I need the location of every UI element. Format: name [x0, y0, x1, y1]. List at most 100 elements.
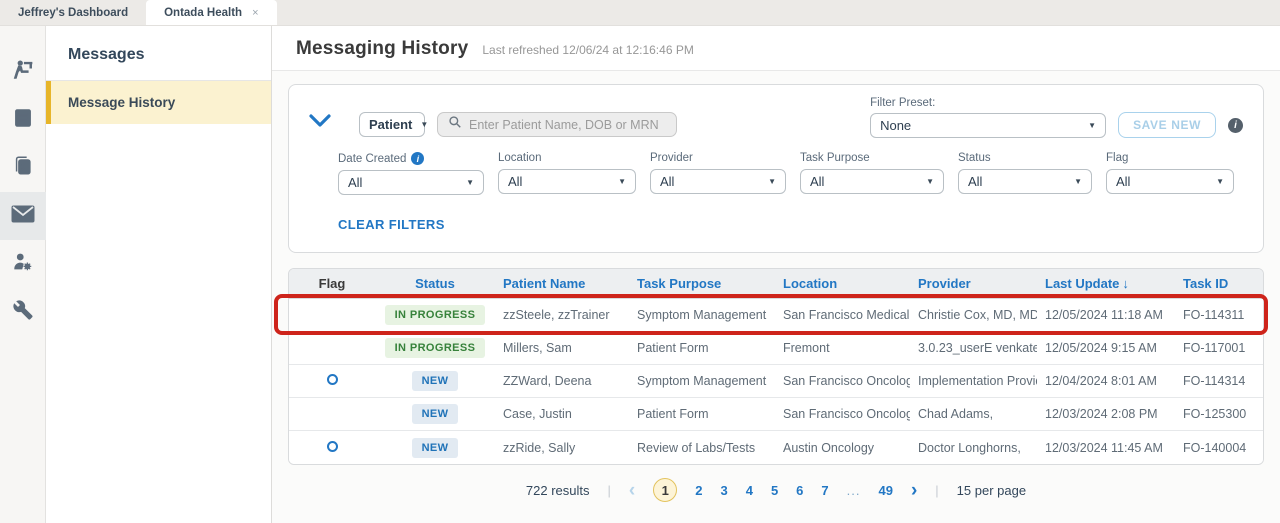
sidebar-item-documents[interactable] [0, 96, 46, 144]
last-refreshed-text: Last refreshed 12/06/24 at 12:16:46 PM [482, 43, 694, 57]
close-icon[interactable]: × [252, 7, 258, 19]
page-number[interactable]: 6 [796, 483, 803, 498]
column-header-patient-name[interactable]: Patient Name [495, 276, 629, 291]
column-header-provider[interactable]: Provider [910, 276, 1037, 291]
filter-field-label: Location [498, 152, 542, 164]
select-value: All [348, 175, 363, 190]
nav-item-message-history[interactable]: Message History [46, 81, 271, 124]
flag-circle-icon[interactable] [326, 440, 338, 452]
wrench-icon [12, 300, 33, 325]
clear-filters-link[interactable]: CLEAR FILTERS [338, 217, 445, 232]
table-header-row: Flag Status Patient Name Task Purpose Lo… [289, 269, 1263, 299]
page-number[interactable]: 3 [720, 483, 727, 498]
search-category-select[interactable]: Patient ▼ [359, 112, 429, 137]
select-value: All [1116, 174, 1131, 189]
filter-field-label: Task Purpose [800, 152, 870, 164]
filter-preset-label: Filter Preset: [870, 97, 936, 109]
messages-nav-panel: Messages Message History [46, 26, 272, 523]
search-input[interactable] [469, 117, 666, 132]
location-cell: Austin Oncology [783, 440, 875, 455]
location-cell: San Francisco Medical ... [783, 308, 910, 322]
location-cell: San Francisco Oncology [783, 407, 910, 421]
task-purpose-cell: Symptom Management [637, 308, 767, 322]
search-category-value: Patient [369, 117, 413, 132]
column-header-task-purpose[interactable]: Task Purpose [629, 276, 775, 291]
provider-select[interactable]: All ▼ [650, 169, 786, 194]
status-badge: NEW [411, 404, 459, 424]
page-title: Messaging History [296, 38, 469, 59]
sidebar-item-reception[interactable] [0, 48, 46, 96]
status-select[interactable]: All ▼ [958, 169, 1092, 194]
patient-search-box[interactable] [437, 112, 677, 137]
table-row[interactable]: IN PROGRESS Millers, Sam Patient Form Fr… [289, 332, 1263, 365]
location-select[interactable]: All ▼ [498, 169, 636, 194]
sidebar-item-forms[interactable] [0, 144, 46, 192]
save-new-button[interactable]: SAVE NEW [1118, 112, 1216, 138]
messages-table: Flag Status Patient Name Task Purpose Lo… [288, 268, 1264, 465]
prev-page-icon[interactable]: ‹ [629, 481, 635, 500]
tab-label: Ontada Health [164, 6, 243, 19]
flag-select[interactable]: All ▼ [1106, 169, 1234, 194]
next-page-icon[interactable]: › [911, 481, 917, 500]
copies-icon [12, 155, 34, 182]
nav-item-label: Message History [68, 95, 176, 110]
page-number[interactable]: 2 [695, 483, 702, 498]
table-row[interactable]: IN PROGRESS zzSteele, zzTrainer Symptom … [289, 299, 1263, 332]
flag-cell[interactable] [289, 374, 375, 388]
patient-name-cell: zzRide, Sally [503, 440, 576, 455]
page-number[interactable]: 4 [746, 483, 753, 498]
filter-preset-select[interactable]: None ▼ [870, 113, 1107, 138]
provider-cell: Christie Cox, MD, MD [918, 308, 1037, 322]
provider-cell: Chad Adams, [918, 407, 994, 421]
tab-jeffreys-dashboard[interactable]: Jeffrey's Dashboard [0, 0, 147, 25]
select-value: All [968, 174, 983, 189]
page-number-current[interactable]: 1 [653, 478, 678, 502]
page-number-last[interactable]: 49 [878, 483, 892, 498]
column-header-last-update[interactable]: Last Update ↓ [1037, 276, 1175, 291]
location-cell: Fremont [783, 341, 830, 355]
date-created-select[interactable]: All ▼ [338, 170, 484, 195]
caret-down-icon: ▼ [926, 177, 934, 186]
column-header-task-id[interactable]: Task ID [1175, 276, 1263, 291]
task-purpose-cell: Patient Form [637, 341, 709, 355]
collapse-filters-button[interactable] [305, 110, 335, 136]
tab-label: Jeffrey's Dashboard [18, 6, 129, 19]
table-row[interactable]: NEW ZZWard, Deena Symptom Management San… [289, 365, 1263, 398]
sidebar-item-messages[interactable] [0, 192, 46, 240]
search-icon [448, 115, 462, 134]
flag-cell[interactable] [289, 440, 375, 455]
patient-name-cell: Case, Justin [503, 407, 572, 421]
task-purpose-select[interactable]: All ▼ [800, 169, 944, 194]
caret-down-icon: ▼ [1074, 177, 1082, 186]
filter-field-label: Status [958, 152, 991, 164]
per-page-label[interactable]: 15 per page [957, 483, 1026, 498]
table-row[interactable]: NEW zzRide, Sally Review of Labs/Tests A… [289, 431, 1263, 464]
reception-icon [12, 59, 34, 86]
select-value: All [660, 174, 675, 189]
table-row[interactable]: NEW Case, Justin Patient Form San Franci… [289, 398, 1263, 431]
patient-name-cell: Millers, Sam [503, 341, 572, 355]
page-header: Messaging History Last refreshed 12/06/2… [272, 26, 1280, 71]
flag-circle-icon[interactable] [326, 374, 338, 385]
page-number[interactable]: 7 [821, 483, 828, 498]
tab-ontada-health[interactable]: Ontada Health × [146, 0, 277, 25]
column-header-flag[interactable]: Flag [289, 276, 375, 291]
caret-down-icon: ▼ [1216, 177, 1224, 186]
page-ellipsis: ... [846, 482, 861, 498]
column-header-status[interactable]: Status [375, 276, 495, 291]
caret-down-icon: ▼ [768, 177, 776, 186]
page-number[interactable]: 5 [771, 483, 778, 498]
caret-down-icon: ▼ [420, 120, 429, 129]
caret-down-icon: ▼ [618, 177, 626, 186]
separator: | [607, 482, 611, 498]
last-update-cell: 12/05/2024 11:18 AM [1045, 308, 1163, 322]
sidebar-item-tools[interactable] [0, 288, 46, 336]
mail-icon [11, 205, 35, 228]
column-header-location[interactable]: Location [775, 276, 910, 291]
separator: | [935, 482, 939, 498]
sidebar-item-user-admin[interactable] [0, 240, 46, 288]
save-new-info-icon[interactable]: i [1228, 118, 1243, 133]
pagination-bar: 722 results | ‹ 1 2 3 4 5 6 7 ... 49 › |… [288, 478, 1264, 502]
date-created-info-icon[interactable]: i [411, 152, 425, 165]
select-value: All [508, 174, 523, 189]
